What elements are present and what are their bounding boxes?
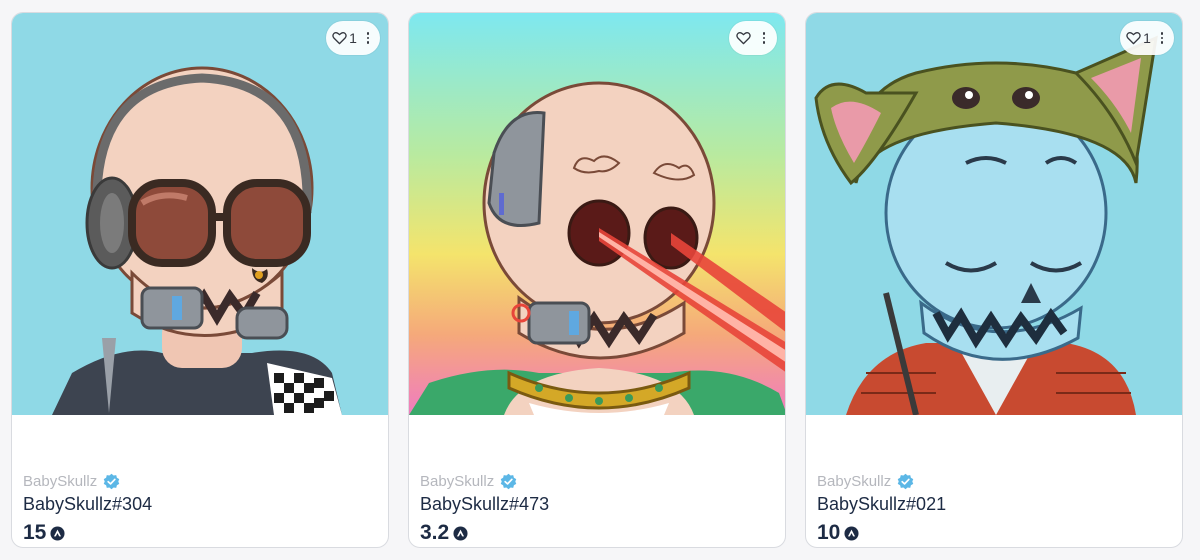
avax-icon	[453, 525, 468, 541]
nft-image[interactable]	[806, 13, 1182, 415]
favorite-pill: 1	[1120, 21, 1174, 55]
collection-name[interactable]: BabySkullz	[817, 473, 891, 490]
price-row: 15	[23, 520, 377, 546]
nft-card[interactable]: 1 BabySkullz BabySkullz#021 10	[805, 12, 1183, 548]
heart-icon	[1126, 32, 1141, 45]
token-name[interactable]: BabySkullz#304	[23, 492, 377, 516]
favorite-button[interactable]: 1	[1126, 30, 1151, 46]
price-row: 10	[817, 520, 1171, 546]
favorite-count: 1	[349, 30, 357, 46]
avax-icon	[844, 525, 859, 541]
favorite-button[interactable]	[736, 31, 753, 45]
price-value: 15	[23, 521, 47, 544]
heart-icon	[332, 32, 347, 45]
favorite-pill: 1	[326, 21, 380, 55]
avax-icon	[50, 525, 65, 541]
collection-row: BabySkullz	[23, 471, 377, 491]
collection-row: BabySkullz	[420, 471, 774, 491]
token-name[interactable]: BabySkullz#021	[817, 492, 1171, 516]
price-value: 10	[817, 521, 841, 544]
more-options-icon[interactable]	[758, 30, 770, 46]
nft-image[interactable]	[409, 13, 785, 415]
price-row: 3.2	[420, 520, 774, 546]
verified-icon	[103, 473, 120, 489]
nft-card[interactable]: 1 BabySkullz BabySkullz#304 15	[11, 12, 389, 548]
collection-name[interactable]: BabySkullz	[420, 473, 494, 490]
favorite-button[interactable]: 1	[332, 30, 357, 46]
token-name[interactable]: BabySkullz#473	[420, 492, 774, 516]
price-value: 3.2	[420, 521, 450, 544]
heart-icon	[736, 32, 751, 45]
nft-card[interactable]: BabySkullz BabySkullz#473 3.2	[408, 12, 786, 548]
verified-icon	[500, 473, 517, 489]
card-info: BabySkullz BabySkullz#473 3.2	[420, 471, 774, 546]
card-info: BabySkullz BabySkullz#304 15	[23, 471, 377, 546]
verified-icon	[897, 473, 914, 489]
more-options-icon[interactable]	[362, 30, 374, 46]
card-info: BabySkullz BabySkullz#021 10	[817, 471, 1171, 546]
more-options-icon[interactable]	[1156, 30, 1168, 46]
collection-row: BabySkullz	[817, 471, 1171, 491]
favorite-count: 1	[1143, 30, 1151, 46]
nft-card-grid: 1 BabySkullz BabySkullz#304 15 BabySkull…	[0, 0, 1200, 560]
favorite-pill	[729, 21, 777, 55]
collection-name[interactable]: BabySkullz	[23, 473, 97, 490]
nft-image[interactable]	[12, 13, 388, 415]
